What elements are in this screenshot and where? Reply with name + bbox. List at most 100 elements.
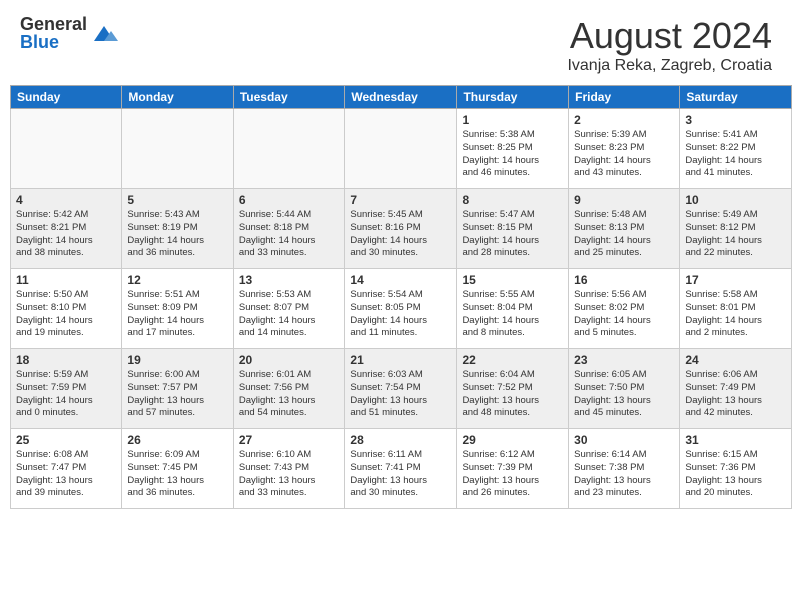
day-number: 16 — [574, 273, 674, 287]
calendar-cell: 27 Sunrise: 6:10 AM Sunset: 7:43 PM Dayli… — [233, 429, 345, 509]
day-info: Sunrise: 6:03 AM Sunset: 7:54 PM Dayligh… — [350, 369, 451, 420]
day-number: 12 — [127, 273, 227, 287]
day-info: Sunrise: 6:15 AM Sunset: 7:36 PM Dayligh… — [685, 449, 786, 500]
day-info: Sunrise: 6:12 AM Sunset: 7:39 PM Dayligh… — [462, 449, 563, 500]
calendar-cell: 18 Sunrise: 5:59 AM Sunset: 7:59 PM Dayli… — [11, 349, 122, 429]
calendar-week-row-3: 11 Sunrise: 5:50 AM Sunset: 8:10 PM Dayli… — [11, 269, 792, 349]
day-info: Sunrise: 5:45 AM Sunset: 8:16 PM Dayligh… — [350, 209, 451, 260]
day-info: Sunrise: 6:14 AM Sunset: 7:38 PM Dayligh… — [574, 449, 674, 500]
calendar-cell: 28 Sunrise: 6:11 AM Sunset: 7:41 PM Dayli… — [345, 429, 457, 509]
calendar-wrapper: Sunday Monday Tuesday Wednesday Thursday… — [0, 85, 792, 514]
calendar-cell: 14Sunrise: 5:54 AM Sunset: 8:05 PM Dayli… — [345, 269, 457, 349]
day-info: Sunrise: 6:00 AM Sunset: 7:57 PM Dayligh… — [127, 369, 227, 420]
calendar-cell: 1Sunrise: 5:38 AM Sunset: 8:25 PM Daylig… — [457, 109, 569, 189]
col-saturday: Saturday — [680, 86, 792, 109]
calendar-week-row-2: 4 Sunrise: 5:42 AM Sunset: 8:21 PM Daylig… — [11, 189, 792, 269]
col-wednesday: Wednesday — [345, 86, 457, 109]
day-number: 24 — [685, 353, 786, 367]
calendar-cell — [345, 109, 457, 189]
day-number: 28 — [350, 433, 451, 447]
calendar-cell — [11, 109, 122, 189]
calendar-week-row-4: 18 Sunrise: 5:59 AM Sunset: 7:59 PM Dayli… — [11, 349, 792, 429]
day-info: Sunrise: 5:48 AM Sunset: 8:13 PM Dayligh… — [574, 209, 674, 260]
day-number: 30 — [574, 433, 674, 447]
calendar-cell: 31Sunrise: 6:15 AM Sunset: 7:36 PM Dayli… — [680, 429, 792, 509]
title-block: August 2024 Ivanja Reka, Zagreb, Croatia — [567, 15, 772, 75]
day-number: 2 — [574, 113, 674, 127]
day-info: Sunrise: 5:59 AM Sunset: 7:59 PM Dayligh… — [16, 369, 116, 420]
calendar-cell — [122, 109, 233, 189]
logo-general: General — [20, 15, 87, 33]
day-info: Sunrise: 6:11 AM Sunset: 7:41 PM Dayligh… — [350, 449, 451, 500]
day-info: Sunrise: 5:58 AM Sunset: 8:01 PM Dayligh… — [685, 289, 786, 340]
day-info: Sunrise: 6:05 AM Sunset: 7:50 PM Dayligh… — [574, 369, 674, 420]
day-info: Sunrise: 5:55 AM Sunset: 8:04 PM Dayligh… — [462, 289, 563, 340]
col-tuesday: Tuesday — [233, 86, 345, 109]
page-header: General Blue August 2024 Ivanja Reka, Za… — [0, 0, 792, 85]
day-info: Sunrise: 5:50 AM Sunset: 8:10 PM Dayligh… — [16, 289, 116, 340]
day-info: Sunrise: 5:53 AM Sunset: 8:07 PM Dayligh… — [239, 289, 340, 340]
calendar-cell: 4 Sunrise: 5:42 AM Sunset: 8:21 PM Daylig… — [11, 189, 122, 269]
day-number: 23 — [574, 353, 674, 367]
col-sunday: Sunday — [11, 86, 122, 109]
day-number: 4 — [16, 193, 116, 207]
logo: General Blue — [20, 15, 119, 51]
day-info: Sunrise: 6:08 AM Sunset: 7:47 PM Dayligh… — [16, 449, 116, 500]
calendar-week-row-5: 25Sunrise: 6:08 AM Sunset: 7:47 PM Dayli… — [11, 429, 792, 509]
day-number: 8 — [462, 193, 563, 207]
calendar-cell: 24Sunrise: 6:06 AM Sunset: 7:49 PM Dayli… — [680, 349, 792, 429]
calendar-cell: 22 Sunrise: 6:04 AM Sunset: 7:52 PM Dayli… — [457, 349, 569, 429]
col-thursday: Thursday — [457, 86, 569, 109]
day-number: 27 — [239, 433, 340, 447]
day-number: 3 — [685, 113, 786, 127]
day-number: 18 — [16, 353, 116, 367]
day-number: 20 — [239, 353, 340, 367]
day-number: 15 — [462, 273, 563, 287]
calendar-cell: 16 Sunrise: 5:56 AM Sunset: 8:02 PM Dayli… — [569, 269, 680, 349]
calendar-header-row: Sunday Monday Tuesday Wednesday Thursday… — [11, 86, 792, 109]
col-monday: Monday — [122, 86, 233, 109]
day-number: 22 — [462, 353, 563, 367]
day-number: 10 — [685, 193, 786, 207]
day-number: 29 — [462, 433, 563, 447]
col-friday: Friday — [569, 86, 680, 109]
day-info: Sunrise: 6:09 AM Sunset: 7:45 PM Dayligh… — [127, 449, 227, 500]
calendar-cell: 6Sunrise: 5:44 AM Sunset: 8:18 PM Daylig… — [233, 189, 345, 269]
day-number: 6 — [239, 193, 340, 207]
day-number: 14 — [350, 273, 451, 287]
day-number: 11 — [16, 273, 116, 287]
day-info: Sunrise: 5:43 AM Sunset: 8:19 PM Dayligh… — [127, 209, 227, 260]
day-info: Sunrise: 5:42 AM Sunset: 8:21 PM Dayligh… — [16, 209, 116, 260]
day-info: Sunrise: 5:56 AM Sunset: 8:02 PM Dayligh… — [574, 289, 674, 340]
calendar-cell: 19Sunrise: 6:00 AM Sunset: 7:57 PM Dayli… — [122, 349, 233, 429]
calendar-cell: 20 Sunrise: 6:01 AM Sunset: 7:56 PM Dayli… — [233, 349, 345, 429]
day-info: Sunrise: 6:01 AM Sunset: 7:56 PM Dayligh… — [239, 369, 340, 420]
calendar-cell: 11 Sunrise: 5:50 AM Sunset: 8:10 PM Dayli… — [11, 269, 122, 349]
calendar-title: August 2024 — [567, 15, 772, 57]
calendar-cell: 8 Sunrise: 5:47 AM Sunset: 8:15 PM Daylig… — [457, 189, 569, 269]
day-info: Sunrise: 5:41 AM Sunset: 8:22 PM Dayligh… — [685, 129, 786, 180]
calendar-cell: 10 Sunrise: 5:49 AM Sunset: 8:12 PM Dayli… — [680, 189, 792, 269]
calendar-cell — [233, 109, 345, 189]
day-info: Sunrise: 5:49 AM Sunset: 8:12 PM Dayligh… — [685, 209, 786, 260]
calendar-cell: 25Sunrise: 6:08 AM Sunset: 7:47 PM Dayli… — [11, 429, 122, 509]
calendar-cell: 7Sunrise: 5:45 AM Sunset: 8:16 PM Daylig… — [345, 189, 457, 269]
logo-blue: Blue — [20, 33, 87, 51]
day-info: Sunrise: 6:10 AM Sunset: 7:43 PM Dayligh… — [239, 449, 340, 500]
day-number: 17 — [685, 273, 786, 287]
day-info: Sunrise: 5:51 AM Sunset: 8:09 PM Dayligh… — [127, 289, 227, 340]
calendar-cell: 26 Sunrise: 6:09 AM Sunset: 7:45 PM Dayli… — [122, 429, 233, 509]
day-number: 9 — [574, 193, 674, 207]
day-info: Sunrise: 6:04 AM Sunset: 7:52 PM Dayligh… — [462, 369, 563, 420]
day-number: 21 — [350, 353, 451, 367]
calendar-cell: 17 Sunrise: 5:58 AM Sunset: 8:01 PM Dayli… — [680, 269, 792, 349]
calendar-cell: 9 Sunrise: 5:48 AM Sunset: 8:13 PM Daylig… — [569, 189, 680, 269]
calendar-table: Sunday Monday Tuesday Wednesday Thursday… — [10, 85, 792, 509]
day-info: Sunrise: 5:47 AM Sunset: 8:15 PM Dayligh… — [462, 209, 563, 260]
calendar-cell: 30 Sunrise: 6:14 AM Sunset: 7:38 PM Dayli… — [569, 429, 680, 509]
calendar-subtitle: Ivanja Reka, Zagreb, Croatia — [567, 57, 772, 75]
calendar-cell: 2Sunrise: 5:39 AM Sunset: 8:23 PM Daylig… — [569, 109, 680, 189]
calendar-cell: 12 Sunrise: 5:51 AM Sunset: 8:09 PM Dayli… — [122, 269, 233, 349]
day-info: Sunrise: 5:38 AM Sunset: 8:25 PM Dayligh… — [462, 129, 563, 180]
day-number: 26 — [127, 433, 227, 447]
